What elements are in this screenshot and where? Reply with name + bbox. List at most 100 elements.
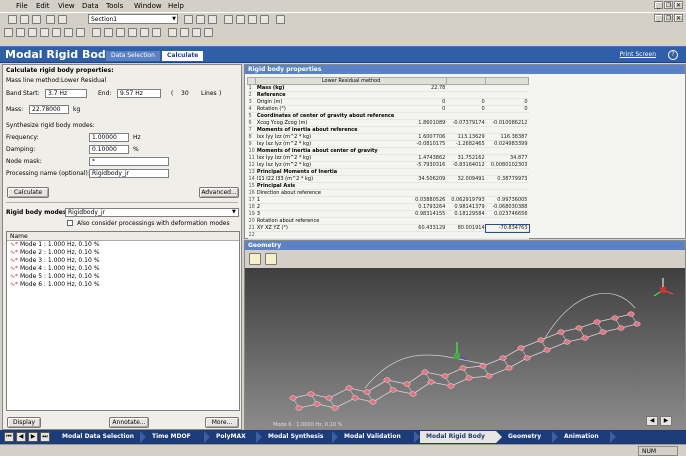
property-label[interactable]: XY XZ YZ (°) <box>255 224 411 232</box>
prev-icon[interactable]: ◀ <box>16 432 26 442</box>
pick-mode-icon[interactable] <box>265 253 277 265</box>
menu-tools[interactable]: Tools <box>106 2 123 10</box>
properties-table[interactable]: Lower Residual method 1 Mass (kg) 22.78 2 Re… <box>246 77 530 239</box>
value-cell[interactable]: 113.13629 <box>446 133 486 141</box>
value-cell[interactable]: 0.1793264 <box>410 203 447 211</box>
node-mask-field[interactable]: * <box>89 157 169 166</box>
value-cell[interactable] <box>485 112 529 120</box>
value-cell[interactable]: 0.98141379 <box>446 203 486 211</box>
value-cell[interactable]: -0.07379174 <box>446 119 486 127</box>
row-number[interactable]: 22 <box>247 231 256 239</box>
property-label[interactable]: Mass (kg) <box>255 84 411 92</box>
lines-decrease-icon[interactable]: ( <box>171 90 173 97</box>
row-number[interactable]: 10 <box>247 147 256 155</box>
cursor-icon[interactable] <box>16 28 25 37</box>
value-cell[interactable] <box>410 231 447 239</box>
delete-icon[interactable] <box>196 15 205 24</box>
value-cell[interactable] <box>446 168 486 176</box>
move-icon[interactable] <box>208 15 217 24</box>
value-cell[interactable]: 1.4743862 <box>410 154 447 162</box>
table-row[interactable]: 12 Ixy Ixz Iyz (m^2 * kg) -5.7930316 -0.831… <box>247 161 529 169</box>
table-row[interactable]: 20 Rotation about reference <box>247 217 529 225</box>
table-row[interactable]: 15 Principal Axis <box>247 182 529 190</box>
pick-node-icon[interactable] <box>249 253 261 265</box>
property-label[interactable] <box>255 231 411 239</box>
row-number[interactable]: 7 <box>247 126 256 134</box>
row-number[interactable]: 12 <box>247 161 256 169</box>
sum-icon[interactable] <box>64 28 73 37</box>
property-label[interactable]: Moments of inertia about reference <box>255 126 411 134</box>
value-cell[interactable]: -0.0810175 <box>410 140 447 148</box>
list-item[interactable]: ∿* Mode 2 : 1.000 Hz, 0.10 % <box>7 249 239 257</box>
marker-icon[interactable] <box>152 28 161 37</box>
advanced-button[interactable]: Advanced... <box>199 187 239 198</box>
help-pointer-icon[interactable] <box>276 15 285 24</box>
value-cell[interactable]: 0.99736005 <box>485 196 529 204</box>
row-number[interactable]: 3 <box>247 98 256 106</box>
restore-icon[interactable]: ❐ <box>664 1 673 9</box>
table-row[interactable]: 14 I11 I22 I33 (m^2 * kg) 34.506209 32.0094… <box>247 175 529 183</box>
close-icon[interactable]: ✕ <box>674 1 683 9</box>
table-row[interactable]: 9 Ixy Ixz Iyz (m^2 * kg) -0.0810175 -1.2682… <box>247 140 529 148</box>
row-number[interactable]: 11 <box>247 154 256 162</box>
display-button[interactable]: Display <box>7 417 41 428</box>
table-row[interactable]: 4 Rotation (°) 0 0 0 <box>247 105 529 113</box>
print-screen-link[interactable]: Print Screen <box>620 51 656 58</box>
value-cell[interactable]: 0.024983399 <box>485 140 529 148</box>
frequency-field[interactable]: 1.00000 <box>89 133 129 142</box>
damping-field[interactable]: 0.10000 <box>89 145 129 154</box>
row-number[interactable]: 21 <box>247 224 256 232</box>
table-row[interactable]: 11 Ixx Iyy Izz (m^2 * kg) 1.4743862 31.7521… <box>247 154 529 162</box>
value-cell[interactable] <box>446 189 486 197</box>
value-cell[interactable]: 0.062919793 <box>446 196 486 204</box>
value-cell[interactable] <box>446 147 486 155</box>
value-cell[interactable]: -0.010086212 <box>485 119 529 127</box>
row-number[interactable]: 16 <box>247 189 256 197</box>
pages-icon[interactable] <box>58 15 67 24</box>
table-row[interactable]: 21 XY XZ YZ (°) 60.433129 80.001914 -70.8347… <box>247 223 530 233</box>
value-cell[interactable]: 32.009491 <box>446 175 486 183</box>
value-cell[interactable]: 0.0080102303 <box>485 161 529 169</box>
row-number[interactable]: 9 <box>247 140 256 148</box>
more-button[interactable]: More... <box>205 417 239 428</box>
property-label[interactable]: Ixy Ixz Iyz (m^2 * kg) <box>255 161 411 169</box>
value-cell[interactable] <box>446 182 486 190</box>
value-cell[interactable] <box>485 91 529 99</box>
value-cell[interactable] <box>485 147 529 155</box>
menu-help[interactable]: Help <box>168 2 184 10</box>
end-field[interactable]: 9.57 Hz <box>117 89 161 98</box>
table-row[interactable]: 1 Mass (kg) 22.78 <box>247 84 529 92</box>
modes-list[interactable]: Name ∿* Mode 1 : 1.000 Hz, 0.10 % ∿* Mod… <box>6 231 240 411</box>
value-cell[interactable]: 0 <box>410 98 447 106</box>
value-cell[interactable] <box>410 182 447 190</box>
value-cell[interactable]: -5.7930316 <box>410 161 447 169</box>
property-label[interactable]: Origin (m) <box>255 98 411 106</box>
value-cell[interactable] <box>446 91 486 99</box>
property-label[interactable]: Moments of inertia about center of gravi… <box>255 147 411 155</box>
list-item[interactable]: ∿* Mode 6 : 1.000 Hz, 0.10 % <box>7 281 239 289</box>
table-row[interactable]: 7 Moments of inertia about reference <box>247 126 529 134</box>
list-item[interactable]: ∿* Mode 1 : 1.000 Hz, 0.10 % <box>7 241 239 249</box>
table-row[interactable]: 13 Principal Moments of Inertia <box>247 168 529 176</box>
geometry-viewport[interactable]: Mode 6 : 1.0000 Hz, 0.10 % <box>245 268 685 429</box>
row-number[interactable]: 14 <box>247 175 256 183</box>
property-label[interactable]: Rotation (°) <box>255 105 411 113</box>
value-cell[interactable]: 0.023746656 <box>485 210 529 218</box>
section-select[interactable]: Section1 <box>88 14 178 24</box>
row-number[interactable]: 8 <box>247 133 256 141</box>
save-icon[interactable] <box>32 15 41 24</box>
list-item[interactable]: ∿* Mode 3 : 1.000 Hz, 0.10 % <box>7 257 239 265</box>
paste-icon[interactable] <box>224 15 233 24</box>
row-number[interactable]: 18 <box>247 203 256 211</box>
table-row[interactable]: 22 <box>247 231 529 239</box>
value-cell[interactable] <box>485 84 529 92</box>
workflow-step-geometry[interactable]: Geometry <box>502 431 558 443</box>
calculate-button[interactable]: Calculate <box>7 187 49 198</box>
table-row[interactable]: 5 Coordinates of center of gravity about … <box>247 112 529 120</box>
table-row[interactable]: 3 Origin (m) 0 0 0 <box>247 98 529 106</box>
table-row[interactable]: 6 Xcog Ycog Zcog (m) 1.8601089 -0.07379174-… <box>247 119 529 127</box>
processing-name-field[interactable]: Rigidbody_jr <box>89 169 169 178</box>
table-row[interactable]: 10 Moments of inertia about center of gra… <box>247 147 529 155</box>
chevron-down-icon[interactable]: ▼ <box>232 209 236 215</box>
mass-field[interactable]: 22.78000 <box>29 105 69 114</box>
